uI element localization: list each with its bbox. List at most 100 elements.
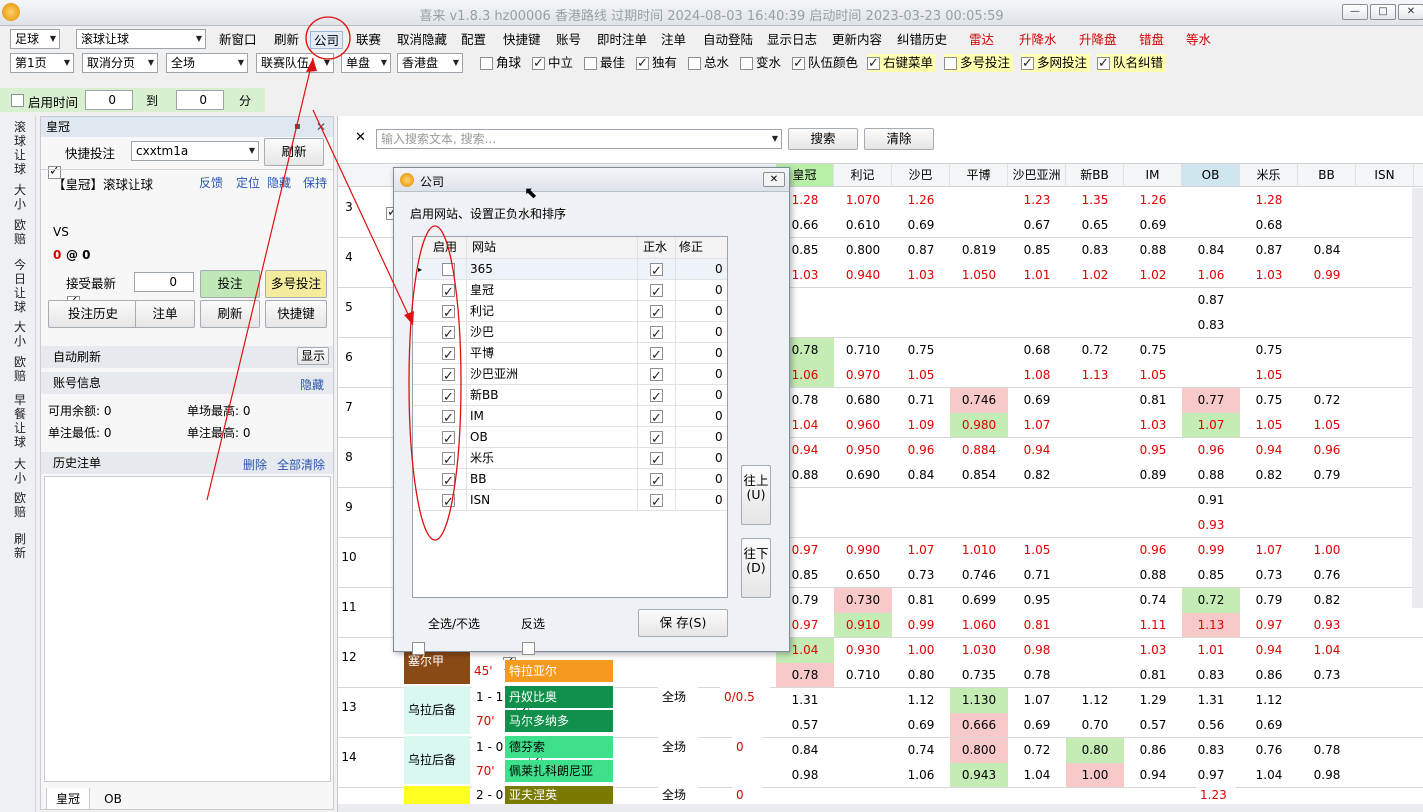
odds-cell[interactable] bbox=[1356, 213, 1414, 238]
odds-cell[interactable]: 0.98 bbox=[776, 763, 834, 788]
odds-cell[interactable] bbox=[1182, 188, 1240, 213]
odds-cell[interactable]: 0.699 bbox=[950, 588, 1008, 613]
odds-cell[interactable] bbox=[1066, 313, 1124, 338]
odds-cell[interactable] bbox=[834, 738, 892, 763]
vertical-scrollbar[interactable] bbox=[1412, 188, 1423, 608]
odds-cell[interactable]: 1.07 bbox=[1182, 413, 1240, 438]
column-header-10[interactable]: ISN bbox=[1356, 164, 1414, 186]
odds-cell[interactable] bbox=[1356, 538, 1414, 563]
odds-cell[interactable]: 1.31 bbox=[776, 688, 834, 713]
odds-cell[interactable] bbox=[1298, 213, 1356, 238]
site-positive-checkbox[interactable] bbox=[650, 387, 663, 408]
toolbar-item-0[interactable]: 新窗口 bbox=[219, 31, 257, 49]
toolbar-item-5[interactable]: 配置 bbox=[461, 31, 486, 49]
odds-cell[interactable] bbox=[1066, 538, 1124, 563]
column-header-2[interactable]: 沙巴 bbox=[892, 164, 950, 186]
odds-cell[interactable] bbox=[1298, 513, 1356, 538]
select-all-checkbox[interactable] bbox=[412, 642, 425, 655]
keep-link[interactable]: 保持 bbox=[303, 174, 327, 191]
odds-cell[interactable]: 1.12 bbox=[1066, 688, 1124, 713]
odds-cell[interactable]: 0.819 bbox=[950, 238, 1008, 263]
odds-cell[interactable]: 0.88 bbox=[1182, 463, 1240, 488]
site-row[interactable]: 沙巴亚洲 0 bbox=[413, 364, 727, 387]
site-enabled-checkbox[interactable] bbox=[442, 387, 455, 408]
filter-checkbox-10[interactable]: 队名纠错 bbox=[1097, 54, 1167, 73]
odds-cell[interactable]: 1.03 bbox=[892, 263, 950, 288]
column-header-5[interactable]: 新BB bbox=[1066, 164, 1124, 186]
odds-cell[interactable]: 1.01 bbox=[1182, 638, 1240, 663]
odds-cell[interactable]: 0.84 bbox=[776, 738, 834, 763]
filter-checkbox-0[interactable]: 角球 bbox=[480, 54, 524, 72]
odds-cell[interactable] bbox=[1298, 313, 1356, 338]
odds-cell[interactable] bbox=[1066, 638, 1124, 663]
column-header-6[interactable]: IM bbox=[1124, 164, 1182, 186]
odds-cell[interactable] bbox=[1356, 338, 1414, 363]
odds-cell[interactable] bbox=[1124, 488, 1182, 513]
odds-cell[interactable]: 0.56 bbox=[1182, 713, 1240, 738]
odds-cell[interactable] bbox=[1356, 588, 1414, 613]
column-header-3[interactable]: 平博 bbox=[950, 164, 1008, 186]
odds-cell[interactable]: 1.31 bbox=[1182, 688, 1240, 713]
filter-checkbox-2[interactable]: 最佳 bbox=[584, 54, 628, 72]
odds-cell[interactable]: 0.65 bbox=[1066, 213, 1124, 238]
odds-cell[interactable]: 1.04 bbox=[1008, 763, 1066, 788]
filter-select-5[interactable]: 香港盘 ▼ bbox=[397, 53, 463, 73]
site-row[interactable]: 沙巴 0 bbox=[413, 322, 727, 345]
odds-cell[interactable]: 1.26 bbox=[892, 188, 950, 213]
tab-ob[interactable]: OB bbox=[93, 788, 133, 810]
odds-cell[interactable]: 0.87 bbox=[1182, 288, 1240, 313]
site-row[interactable]: OB 0 bbox=[413, 427, 727, 450]
odds-cell[interactable]: 0.84 bbox=[892, 463, 950, 488]
odds-cell[interactable]: 1.05 bbox=[1008, 538, 1066, 563]
site-fix-value[interactable]: 0 bbox=[715, 280, 723, 301]
odds-cell[interactable]: 0.67 bbox=[1008, 213, 1066, 238]
site-row[interactable]: 米乐 0 bbox=[413, 448, 727, 471]
odds-cell[interactable]: 0.82 bbox=[1008, 463, 1066, 488]
odds-cell[interactable] bbox=[834, 713, 892, 738]
filter-checkbox-3[interactable]: 独有 bbox=[636, 54, 680, 73]
odds-cell[interactable] bbox=[950, 363, 1008, 388]
odds-cell[interactable]: 0.81 bbox=[892, 588, 950, 613]
dialog-close-button[interactable]: ✕ bbox=[763, 172, 785, 187]
odds-cell[interactable]: 0.610 bbox=[834, 213, 892, 238]
site-fix-value[interactable]: 0 bbox=[715, 322, 723, 343]
odds-cell[interactable]: 0.87 bbox=[892, 238, 950, 263]
odds-cell[interactable] bbox=[1356, 688, 1414, 713]
odds-cell[interactable]: 0.730 bbox=[834, 588, 892, 613]
filter-checkbox-6[interactable]: 队伍颜色 bbox=[792, 54, 861, 73]
site-positive-checkbox[interactable] bbox=[650, 324, 663, 345]
odds-cell[interactable] bbox=[950, 338, 1008, 363]
odds-cell[interactable]: 0.96 bbox=[1124, 538, 1182, 563]
checkbox-box[interactable] bbox=[480, 57, 493, 70]
odds-cell[interactable] bbox=[1240, 488, 1298, 513]
odds-cell[interactable]: 1.130 bbox=[950, 688, 1008, 713]
odds-cell[interactable]: 0.84 bbox=[1182, 238, 1240, 263]
toolbar-red-item-1[interactable]: 升降水 bbox=[1019, 31, 1057, 49]
odds-cell[interactable]: 0.666 bbox=[950, 713, 1008, 738]
horizontal-scrollbar[interactable] bbox=[338, 804, 1423, 812]
checkbox-box[interactable] bbox=[532, 55, 545, 73]
checkbox-box[interactable] bbox=[740, 57, 753, 70]
odds-cell[interactable] bbox=[1182, 338, 1240, 363]
site-row[interactable]: ISN 0 bbox=[413, 490, 727, 513]
odds-cell[interactable]: 0.81 bbox=[1124, 663, 1182, 688]
save-button[interactable]: 保 存(S) bbox=[638, 609, 728, 637]
odds-cell[interactable] bbox=[950, 513, 1008, 538]
odds-cell[interactable]: 0.73 bbox=[1298, 663, 1356, 688]
odds-cell[interactable]: 1.07 bbox=[1008, 688, 1066, 713]
odds-cell[interactable]: 1.11 bbox=[1124, 613, 1182, 638]
filter-select-1[interactable]: 取消分页 ▼ bbox=[82, 53, 158, 73]
filter-checkbox-1[interactable]: 中立 bbox=[532, 54, 576, 73]
time-to-input[interactable]: 0 bbox=[176, 90, 224, 110]
site-positive-checkbox[interactable] bbox=[650, 366, 663, 387]
odds-cell[interactable]: 0.97 bbox=[1182, 763, 1240, 788]
odds-cell[interactable] bbox=[1298, 363, 1356, 388]
odds-cell[interactable]: 1.13 bbox=[1182, 613, 1240, 638]
odds-cell[interactable]: 0.73 bbox=[1240, 563, 1298, 588]
site-row[interactable]: BB 0 bbox=[413, 469, 727, 492]
toolbar-item-3[interactable]: 联赛 bbox=[356, 31, 381, 49]
odds-cell[interactable] bbox=[1298, 488, 1356, 513]
toolbar-item-7[interactable]: 账号 bbox=[556, 31, 581, 49]
vnav-item-4[interactable]: 大小 bbox=[13, 320, 27, 348]
site-positive-checkbox[interactable] bbox=[650, 303, 663, 324]
